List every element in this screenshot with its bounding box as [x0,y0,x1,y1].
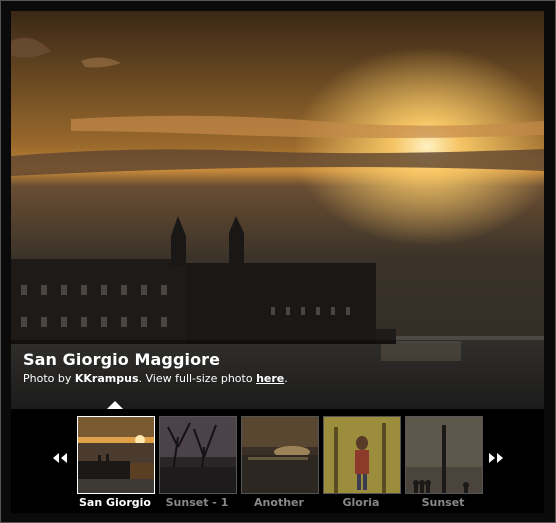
photo-title: San Giorgio Maggiore [23,350,221,369]
double-chevron-left-icon[interactable] [52,449,68,463]
thumbnail-label-gloria[interactable]: Gloria [316,496,406,509]
credit-prefix: Photo by [23,372,75,385]
thumbnail-san-giorgio[interactable] [77,416,155,494]
thumbnail-label-san-giorgio[interactable]: San Giorgio [70,496,160,509]
thumbnail-gloria[interactable] [323,416,401,494]
photo-caption: San Giorgio Maggiore Photo by KKrampus. … [11,340,544,409]
credit-suffix: . [284,372,288,385]
thumbnail-label-another[interactable]: Another [234,496,324,509]
thumbnail-label-sunset[interactable]: Sunset [398,496,488,509]
thumbnail-sunset[interactable] [405,416,483,494]
double-chevron-right-icon[interactable] [488,449,504,463]
thumbnail-label-sunset-1[interactable]: Sunset - 1 [152,496,242,509]
credit-middle: . View full-size photo [138,372,257,385]
photo-credit: Photo by KKrampus. View full-size photo … [23,372,288,385]
active-pointer [107,401,123,409]
thumbnail-sunset-1[interactable] [159,416,237,494]
author-link[interactable]: KKrampus [75,372,139,385]
thumbnail-another[interactable] [241,416,319,494]
full-size-link[interactable]: here [256,372,284,385]
